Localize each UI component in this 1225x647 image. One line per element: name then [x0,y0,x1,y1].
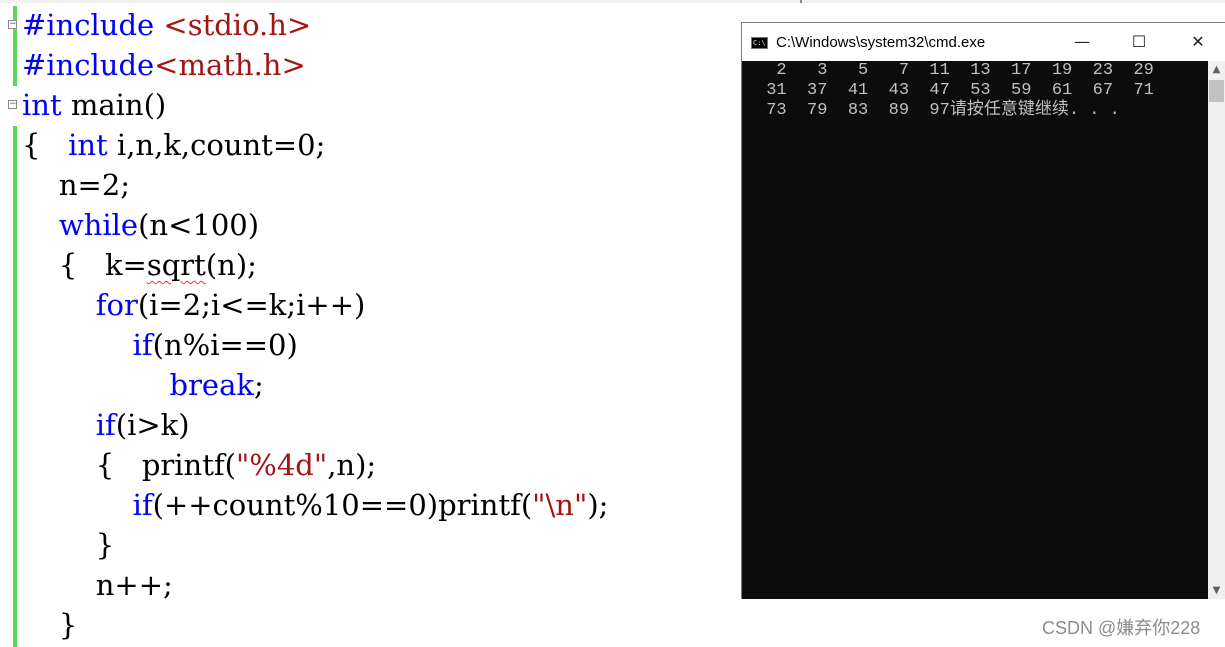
code-token: ); [587,488,609,522]
code-line: break; [22,365,264,405]
console-title: C:\Windows\system32\cmd.exe [776,34,986,51]
code-line: n++; [22,565,173,605]
cmd-app-icon: C:\ [751,37,768,49]
code-token: sqrt [146,248,206,282]
close-button[interactable]: ✕ [1175,23,1221,61]
keyword-token: int [22,88,62,122]
code-line: for(i=2;i<=k;i++) [22,285,366,325]
code-token: ,n); [327,448,377,482]
code-token: #include [22,48,155,82]
scroll-down-arrow-icon[interactable]: ▼ [1208,582,1225,599]
keyword-token: if [95,408,116,442]
code-token: (n%i==0) [152,328,298,362]
code-token: (i=2;i<=k;i++) [137,288,366,322]
console-line: 2 3 5 7 11 13 17 19 23 29 [756,61,1154,80]
minimize-button[interactable]: — [1059,23,1105,61]
keyword-token: for [95,288,138,322]
code-token: (n); [205,248,257,282]
code-token: { printf( [22,448,236,482]
console-window[interactable]: C:\ C:\Windows\system32\cmd.exe — ☐ ✕ 2 … [741,22,1225,599]
code-line: if(i>k) [22,405,190,445]
csdn-watermark: CSDN @嫌弃你228 [1042,618,1201,638]
code-token: n++; [22,568,173,602]
console-line: 31 37 41 43 47 53 59 61 67 71 [756,81,1154,100]
code-line: if(n%i==0) [22,325,298,365]
console-line: 73 79 83 89 97请按任意键继续. . . [756,101,1120,120]
include-path-token: <stdio.h> [163,8,312,42]
code-token: main() [61,88,167,122]
code-token: } [22,608,78,642]
code-token: (i>k) [115,408,190,442]
code-token: { [22,128,69,162]
code-line: } [22,605,77,645]
code-token: ; [253,368,264,402]
keyword-token: int [68,128,108,162]
code-line: { k=sqrt(n); [22,245,257,285]
code-line: while(n<100) [22,205,259,245]
code-line: if(++count%10==0)printf("\n"); [22,485,609,525]
code-token: #include [22,8,164,42]
string-token: "\n" [532,488,588,522]
code-line: int main() [22,85,166,125]
code-line: { printf("%4d",n); [22,445,376,485]
code-token: i,n,k,count=0; [107,128,326,162]
vertical-scrollbar[interactable]: ▲ ▼ [1208,61,1225,599]
console-titlebar[interactable]: C:\ C:\Windows\system32\cmd.exe — ☐ ✕ [742,23,1225,61]
code-line: #include<math.h> [22,45,306,85]
code-token: (++count%10==0)printf( [152,488,533,522]
include-path-token: <math.h> [154,48,306,82]
code-line: #include <stdio.h> [22,5,311,45]
code-editor[interactable]: − − #include <stdio.h> #include<math.h> in… [0,0,742,647]
keyword-token: while [58,208,139,242]
change-marker-bar [13,6,17,86]
fold-collapse-icon[interactable]: − [8,20,17,29]
console-output[interactable]: 2 3 5 7 11 13 17 19 23 29 31 37 41 43 47… [742,61,1208,599]
maximize-button[interactable]: ☐ [1116,23,1162,61]
code-line: n=2; [22,165,130,205]
scroll-up-arrow-icon[interactable]: ▲ [1208,61,1225,78]
keyword-token: break [169,368,254,402]
fold-collapse-icon[interactable]: − [8,100,17,109]
string-token: "%4d" [235,448,328,482]
scrollbar-thumb[interactable] [1209,80,1224,102]
code-line: { int i,n,k,count=0; [22,125,325,165]
code-token: (n<100) [138,208,260,242]
code-line: } [22,525,114,565]
keyword-token: if [132,488,153,522]
keyword-token: if [132,328,153,362]
change-marker-bar [13,126,17,647]
code-token: { k= [22,248,147,282]
code-token: } [22,528,115,562]
code-token: n=2; [22,168,131,202]
